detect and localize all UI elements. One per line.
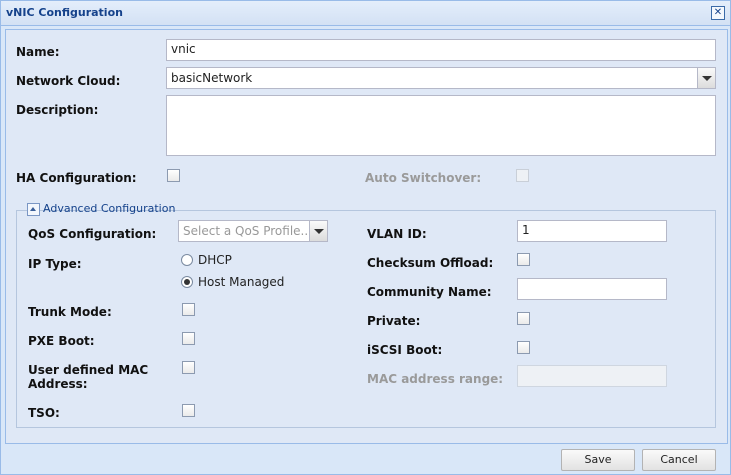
pxe-boot-checkbox[interactable] [182, 332, 195, 345]
tso-label: TSO: [28, 406, 60, 420]
advanced-configuration-fieldset: Advanced Configuration QoS Configuration… [16, 202, 716, 428]
ip-type-dhcp-radio[interactable] [181, 254, 193, 266]
user-defined-mac-label-line2: Address: [28, 377, 88, 391]
user-defined-mac-checkbox[interactable] [182, 361, 195, 374]
ip-type-host-managed-label: Host Managed [198, 275, 285, 289]
qos-configuration-placeholder: Select a QoS Profile... [183, 224, 312, 238]
chevron-down-icon[interactable] [697, 68, 715, 88]
advanced-configuration-title: Advanced Configuration [43, 202, 176, 215]
network-cloud-label: Network Cloud: [16, 74, 121, 88]
network-cloud-value: basicNetwork [171, 71, 253, 85]
dialog-title: vNIC Configuration [6, 6, 123, 19]
qos-configuration-label: QoS Configuration: [28, 227, 157, 241]
iscsi-boot-label: iSCSI Boot: [367, 343, 443, 357]
pxe-boot-label: PXE Boot: [28, 334, 95, 348]
community-name-label: Community Name: [367, 285, 492, 299]
ip-type-label: IP Type: [28, 257, 82, 271]
tso-checkbox[interactable] [182, 404, 195, 417]
qos-configuration-select[interactable]: Select a QoS Profile... [178, 220, 328, 242]
collapse-icon[interactable] [27, 203, 40, 216]
mac-address-range-label: MAC address range: [367, 372, 504, 386]
ha-configuration-label: HA Configuration: [16, 171, 137, 185]
cancel-button[interactable]: Cancel [642, 449, 716, 471]
name-label: Name: [16, 45, 60, 59]
vnic-configuration-dialog: vNIC Configuration ✕ Name: vnic Network … [0, 0, 731, 475]
community-name-input[interactable] [517, 278, 667, 300]
description-label: Description: [16, 103, 99, 117]
ip-type-host-managed-radio[interactable] [181, 276, 193, 288]
user-defined-mac-label-line1: User defined MAC [28, 363, 149, 377]
chevron-down-icon[interactable] [309, 221, 327, 241]
trunk-mode-checkbox[interactable] [182, 303, 195, 316]
network-cloud-select[interactable]: basicNetwork [166, 67, 716, 89]
mac-address-range-input[interactable] [517, 365, 667, 387]
close-icon[interactable]: ✕ [711, 6, 725, 20]
ha-configuration-checkbox[interactable] [167, 169, 180, 182]
vlan-id-input[interactable]: 1 [517, 220, 667, 242]
name-value: vnic [171, 42, 196, 56]
private-checkbox[interactable] [517, 312, 530, 325]
description-textarea[interactable] [166, 95, 716, 156]
iscsi-boot-checkbox[interactable] [517, 341, 530, 354]
save-button[interactable]: Save [561, 449, 635, 471]
private-label: Private: [367, 314, 421, 328]
checksum-offload-label: Checksum Offload: [367, 256, 494, 270]
vlan-id-value: 1 [522, 223, 530, 237]
ip-type-dhcp-label: DHCP [198, 253, 232, 267]
vlan-id-label: VLAN ID: [367, 227, 427, 241]
dialog-body: Name: vnic Network Cloud: basicNetwork D… [5, 29, 728, 444]
auto-switchover-label: Auto Switchover: [365, 171, 482, 185]
trunk-mode-label: Trunk Mode: [28, 305, 112, 319]
dialog-titlebar: vNIC Configuration ✕ [1, 1, 730, 26]
name-input[interactable]: vnic [166, 39, 716, 61]
checksum-offload-checkbox[interactable] [517, 253, 530, 266]
auto-switchover-checkbox[interactable] [516, 169, 529, 182]
